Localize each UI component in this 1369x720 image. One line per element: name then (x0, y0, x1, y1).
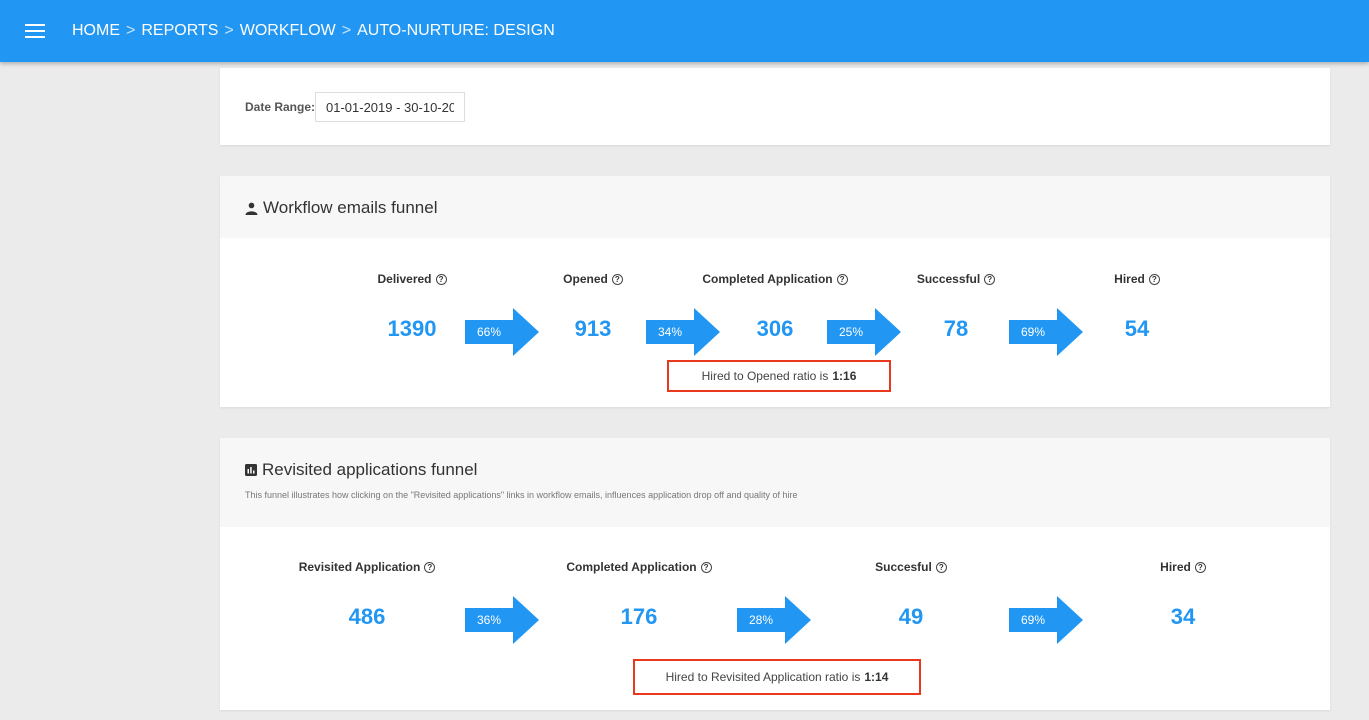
help-icon[interactable]: ? (611, 273, 623, 285)
stage-label: Revisited Application (298, 560, 421, 574)
person-icon (245, 202, 258, 215)
help-icon[interactable]: ? (1148, 273, 1160, 285)
ratio-text: Hired to Revisited Application ratio is (665, 670, 861, 684)
ratio-value: 1:16 (832, 369, 857, 383)
conversion-rate: 69% (1020, 613, 1046, 627)
conversion-rate: 36% (476, 613, 502, 627)
breadcrumb-workflow[interactable]: WORKFLOW (240, 22, 336, 40)
stage-label: Successful (916, 272, 981, 286)
card-header: Workflow emails funnel (220, 176, 1330, 238)
revisit-funnel-card: Revisited applications funnel This funne… (220, 438, 1330, 710)
card-title-text: Revisited applications funnel (262, 460, 478, 479)
ratio-text: Hired to Opened ratio is (701, 369, 829, 383)
conversion-rate: 69% (1020, 325, 1046, 339)
conversion-arrow: 25% (827, 308, 901, 356)
stage-value: 49 (898, 604, 924, 629)
stage-label: Succesful (875, 560, 932, 574)
stage-label: Completed Application (566, 560, 697, 574)
funnel-stage: Completed Application? 176 (539, 560, 739, 630)
help-icon[interactable]: ? (424, 561, 436, 573)
card-title-text: Workflow emails funnel (263, 198, 438, 217)
conversion-rate: 34% (657, 325, 683, 339)
conversion-rate: 25% (838, 325, 864, 339)
breadcrumb-current: AUTO-NURTURE: DESIGN (357, 22, 555, 39)
stage-value: 486 (348, 604, 386, 629)
date-range-label: Date Range: (245, 100, 316, 114)
stage-label: Completed Application (702, 272, 833, 286)
card-title: Revisited applications funnel (245, 460, 477, 480)
stage-value: 34 (1170, 604, 1196, 629)
card-header: Revisited applications funnel This funne… (220, 438, 1330, 527)
bar-chart-icon (245, 464, 257, 476)
help-icon[interactable]: ? (435, 273, 447, 285)
breadcrumb-home[interactable]: HOME (72, 22, 120, 40)
stage-value: 176 (620, 604, 658, 629)
conversion-arrow: 69% (1009, 596, 1083, 644)
conversion-arrow: 66% (465, 308, 539, 356)
conversion-arrow: 34% (646, 308, 720, 356)
stage-label: Opened (563, 272, 608, 286)
conversion-rate: 28% (748, 613, 774, 627)
date-range-input[interactable] (315, 92, 465, 122)
stage-label: Hired (1114, 272, 1145, 286)
breadcrumb-separator: > (224, 22, 234, 39)
breadcrumb-separator: > (341, 22, 352, 39)
funnel-stage: Revisited Application? 486 (267, 560, 467, 630)
breadcrumb: HOME > REPORTS > WORKFLOW > AUTO-NURTURE: D… (72, 22, 555, 40)
ratio-box: Hired to Revisited Application ratio is 1… (633, 659, 921, 695)
funnel-stage: Hired? 34 (1083, 560, 1283, 630)
breadcrumb-separator: > (126, 22, 136, 39)
funnel-stage: Succesful? 49 (811, 560, 1011, 630)
email-funnel-card: Workflow emails funnel Delivered? 1390 O… (220, 176, 1330, 407)
filter-card: Date Range: (220, 68, 1330, 145)
hamburger-icon[interactable] (25, 24, 45, 38)
help-icon[interactable]: ? (836, 273, 848, 285)
conversion-rate: 66% (476, 325, 502, 339)
ratio-value: 1:14 (864, 670, 889, 684)
card-description: This funnel illustrates how clicking on … (245, 490, 798, 500)
conversion-arrow: 36% (465, 596, 539, 644)
breadcrumb-reports[interactable]: REPORTS (141, 22, 218, 40)
ratio-box: Hired to Opened ratio is 1:16 (667, 360, 891, 392)
top-bar: HOME > REPORTS > WORKFLOW > AUTO-NURTURE: D… (0, 0, 1369, 62)
help-icon[interactable]: ? (700, 561, 712, 573)
help-icon[interactable]: ? (1194, 561, 1206, 573)
help-icon[interactable]: ? (935, 561, 947, 573)
conversion-arrow: 28% (737, 596, 811, 644)
help-icon[interactable]: ? (984, 273, 996, 285)
conversion-arrow: 69% (1009, 308, 1083, 356)
card-title: Workflow emails funnel (245, 198, 437, 218)
stage-label: Delivered (377, 272, 432, 286)
stage-label: Hired (1160, 560, 1191, 574)
